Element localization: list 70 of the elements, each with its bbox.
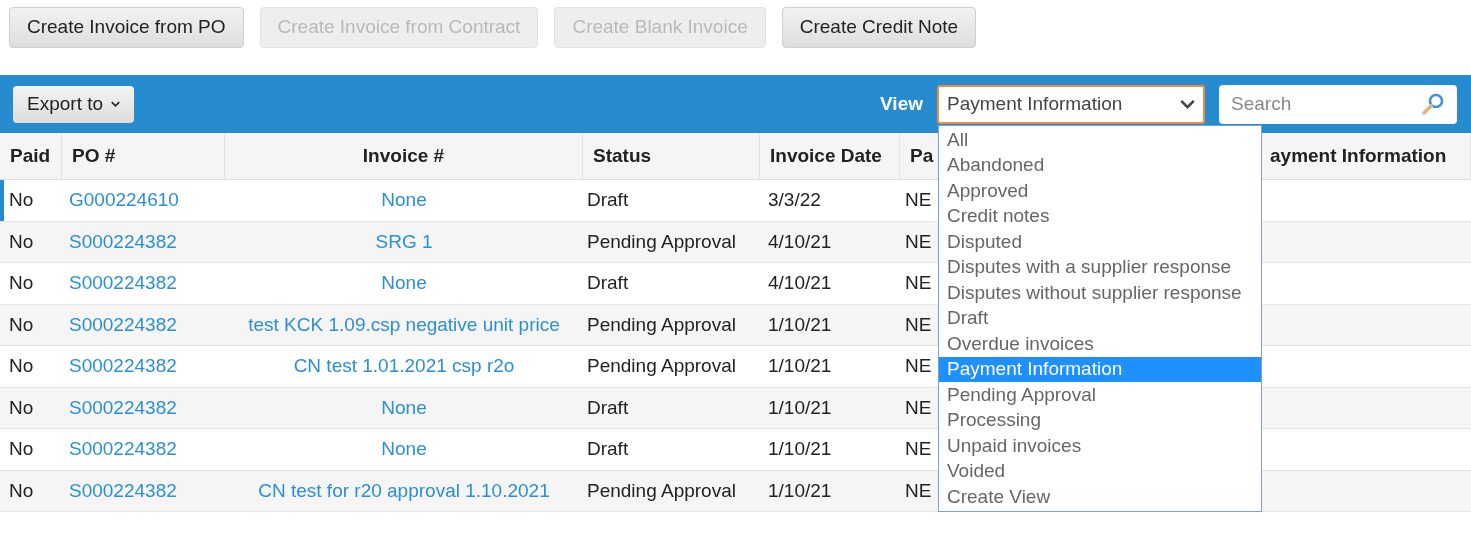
table-cell-text: Pending Approval	[586, 312, 737, 337]
po-link[interactable]: S000224382	[69, 227, 177, 256]
view-label: View	[880, 91, 923, 116]
chevron-down-icon	[1180, 99, 1195, 109]
table-cell-text: NE	[905, 478, 932, 503]
search-icon	[1421, 92, 1445, 116]
table-cell-text: No	[8, 354, 35, 378]
table-cell-text: 1/10/21	[767, 437, 833, 461]
table-cell-text: 1/10/21	[767, 395, 833, 420]
export-button[interactable]: Export to	[13, 85, 135, 123]
column-header: Invoice #	[225, 133, 583, 179]
po-link[interactable]: S000224382	[69, 352, 177, 381]
table-cell-text: NE	[905, 229, 932, 254]
table-cell-text: Draft	[586, 395, 630, 420]
invoice-link[interactable]: CN test for r20 approval 1.10.2021	[258, 476, 550, 505]
menu-item[interactable]: Unpaid invoices	[939, 433, 1261, 459]
action-button[interactable]: Create Credit Note	[781, 7, 977, 48]
table-cell-text: Pending Approval	[586, 354, 737, 378]
table-cell-text: No	[8, 271, 35, 295]
po-link[interactable]: S000224382	[69, 476, 177, 505]
po-link[interactable]: S000224382	[69, 310, 177, 339]
view-select[interactable]: Payment Information	[937, 84, 1205, 124]
invoice-link[interactable]: None	[381, 435, 427, 464]
search-field[interactable]: Search	[1219, 84, 1457, 124]
po-link[interactable]: S000224382	[69, 393, 177, 422]
table-cell-text: Draft	[586, 271, 630, 295]
table-cell-text: NE	[905, 188, 932, 212]
table-cell-text: NE	[905, 312, 932, 337]
invoice-link[interactable]: CN test 1.01.2021 csp r2o	[293, 352, 515, 381]
table-cell-text: 3/3/22	[767, 188, 822, 212]
invoice-link[interactable]: None	[381, 186, 427, 215]
menu-item[interactable]: Create View	[939, 484, 1261, 510]
column-header: Paid	[0, 133, 62, 179]
menu-item[interactable]: Payment Information	[939, 356, 1261, 382]
table-cell-text: 1/10/21	[767, 354, 833, 378]
table-cell-text: No	[8, 188, 35, 212]
table-cell-text: Pending Approval	[586, 229, 737, 254]
po-link[interactable]: S000224382	[69, 435, 177, 464]
table-cell-text: NE	[905, 271, 932, 295]
table-cell-text: 4/10/21	[767, 229, 833, 254]
menu-item[interactable]: Disputes without supplier response	[939, 280, 1261, 306]
column-header: Status	[583, 133, 760, 179]
table-cell-text: NE	[905, 354, 932, 378]
po-link[interactable]: G000224610	[69, 186, 179, 215]
table-cell-text: Draft	[586, 437, 630, 461]
menu-item[interactable]: Disputed	[939, 229, 1261, 255]
table-cell-text: NE	[905, 395, 932, 420]
table-cell-text: No	[8, 395, 35, 420]
table-cell-text: No	[8, 312, 35, 337]
menu-item[interactable]: Approved	[939, 178, 1261, 204]
table-cell-text: Pending Approval	[586, 478, 737, 503]
invoice-link[interactable]: None	[381, 269, 427, 298]
column-header: Invoice Date	[760, 133, 900, 179]
table-cell-text: No	[8, 229, 35, 254]
invoice-link[interactable]: test KCK 1.09.csp negative unit price	[248, 310, 560, 339]
table-cell-text: 1/10/21	[767, 312, 833, 337]
chevron-down-icon	[111, 101, 121, 107]
table-cell-text: Draft	[586, 188, 630, 212]
table-cell-text: No	[8, 478, 35, 503]
table-cell-text: NE	[905, 437, 932, 461]
table-cell-text: 4/10/21	[767, 271, 833, 295]
invoice-link[interactable]: None	[381, 393, 427, 422]
invoice-link[interactable]: SRG 1	[375, 227, 433, 256]
po-link[interactable]: S000224382	[69, 269, 177, 298]
column-header: PO #	[62, 133, 225, 179]
action-button[interactable]: Create Invoice from PO	[9, 7, 244, 48]
table-cell-text: 1/10/21	[767, 478, 833, 503]
table-cell-text: No	[8, 437, 35, 461]
search-input[interactable]: Search	[1231, 89, 1421, 119]
menu-item[interactable]: Draft	[939, 305, 1261, 331]
